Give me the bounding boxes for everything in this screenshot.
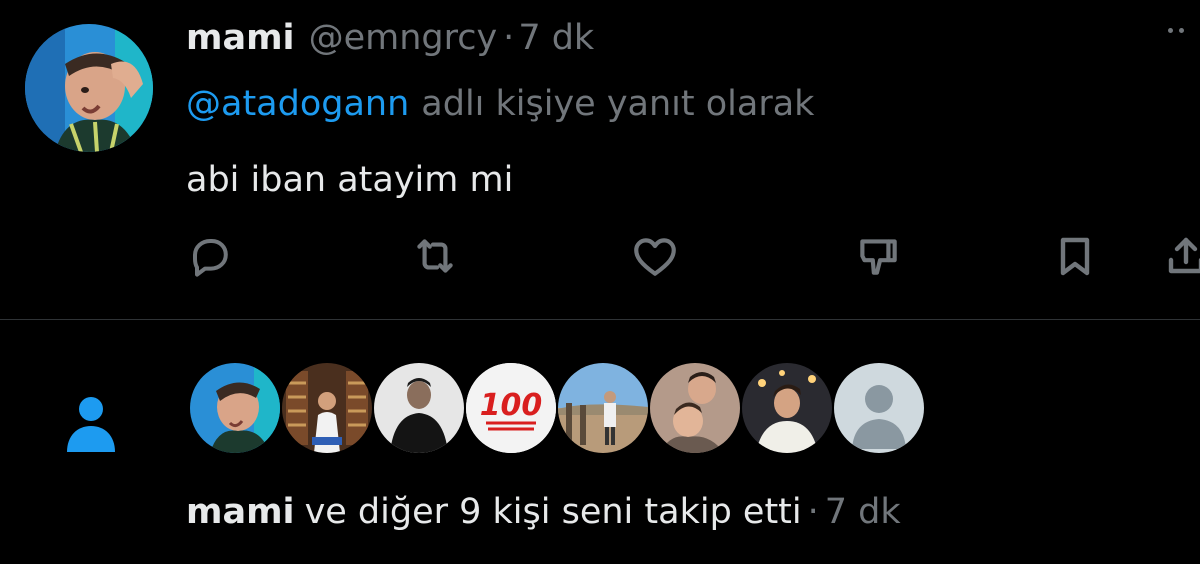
reply-context-text: adlı kişiye yanıt olarak	[421, 84, 815, 124]
follow-notification[interactable]: 100 mami ve diğer 9 kişi seni takip etti…	[0, 320, 1200, 564]
bookmark-icon[interactable]	[1049, 230, 1101, 282]
share-icon[interactable]	[1160, 230, 1200, 282]
tweet-actions	[0, 230, 1200, 286]
author-handle[interactable]: @emngrcy	[309, 18, 498, 58]
person-icon	[64, 394, 118, 454]
follower-avatar-7[interactable]	[740, 361, 834, 455]
svg-text:100: 100	[480, 388, 543, 423]
follow-notification-message: ve diğer 9 kişi seni takip etti	[304, 492, 802, 532]
follower-avatar-2[interactable]	[280, 361, 374, 455]
retweet-icon[interactable]	[409, 230, 461, 282]
notification-timestamp: 7 dk	[824, 492, 901, 532]
reply-context: @atadogann adlı kişiye yanıt olarak	[186, 84, 814, 124]
tweet-header: mami @emngrcy · 7 dk	[186, 18, 594, 66]
tweet-text: abi iban atayim mi	[186, 160, 514, 200]
header-separator: ·	[503, 18, 515, 58]
tweet[interactable]: mami @emngrcy · 7 dk @atadogann adlı kişi…	[0, 0, 1200, 320]
tweet-author-avatar[interactable]	[25, 24, 153, 152]
reply-mention-link[interactable]: @atadogann	[186, 84, 409, 124]
follower-avatar-5[interactable]	[556, 361, 650, 455]
follower-avatar-8-default[interactable]	[832, 361, 926, 455]
more-options-icon[interactable]	[1168, 28, 1184, 33]
follower-avatar-1[interactable]	[188, 361, 282, 455]
reply-icon[interactable]	[184, 230, 236, 282]
downvote-icon[interactable]	[852, 230, 904, 282]
follower-avatar-3[interactable]	[372, 361, 466, 455]
like-icon[interactable]	[629, 230, 681, 282]
notification-separator: ·	[807, 492, 819, 532]
follow-notification-text: mami ve diğer 9 kişi seni takip etti · 7 dk	[186, 492, 901, 532]
author-display-name[interactable]: mami	[186, 18, 295, 58]
follower-avatar-6[interactable]	[648, 361, 742, 455]
follower-name[interactable]: mami	[186, 492, 295, 532]
follower-avatar-emoji-100[interactable]: 100	[464, 361, 558, 455]
tweet-timestamp[interactable]: 7 dk	[518, 18, 594, 58]
